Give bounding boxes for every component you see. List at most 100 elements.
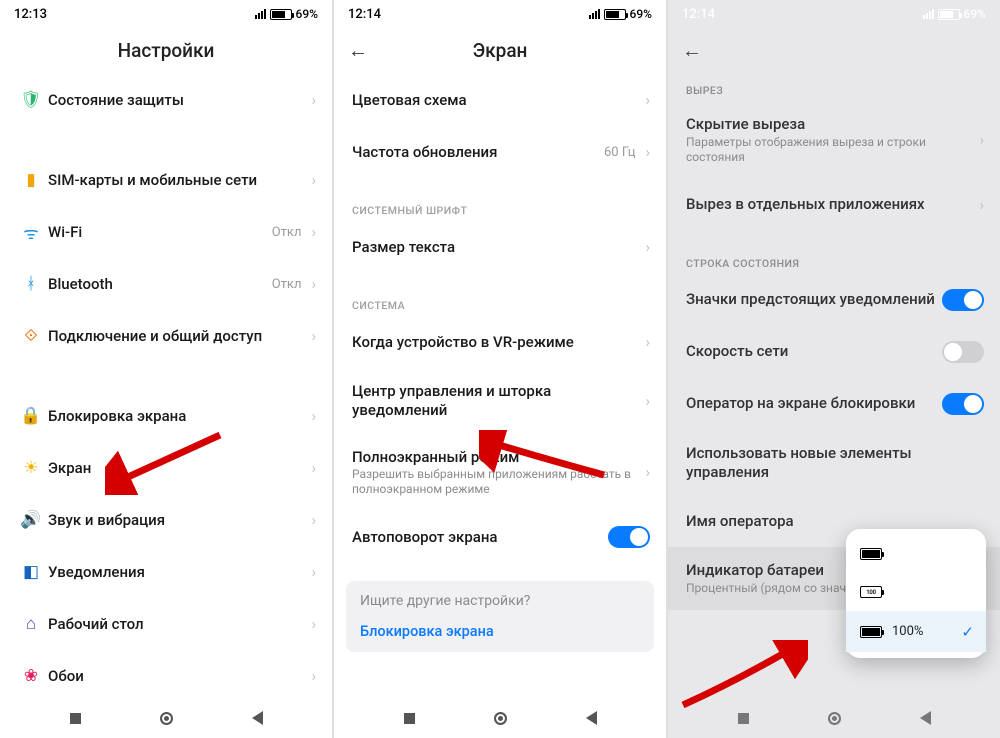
battery-option-percent[interactable]: 100% ✓ <box>846 611 986 652</box>
chevron-right-icon: › <box>645 238 650 256</box>
chevron-right-icon: › <box>311 275 316 293</box>
section-system: СИСТЕМА <box>334 273 666 316</box>
nav-bar <box>668 698 1000 738</box>
nav-recent-button[interactable] <box>404 713 415 724</box>
chevron-right-icon: › <box>311 327 316 345</box>
nav-home-button[interactable] <box>160 712 173 725</box>
chevron-right-icon: › <box>311 91 316 109</box>
autorotate-toggle[interactable] <box>608 526 650 548</box>
nav-back-button[interactable] <box>252 711 263 725</box>
row-label: Вырез в отдельных приложениях <box>686 195 975 214</box>
row-label: Уведомления <box>48 563 307 582</box>
nav-back-button[interactable] <box>586 711 597 725</box>
status-time: 12:14 <box>682 7 715 22</box>
row-sound[interactable]: 🔊 Звук и вибрация › <box>0 494 332 546</box>
battery-pct: 69% <box>964 7 986 21</box>
row-display[interactable]: ☀ Экран › <box>0 442 332 494</box>
nav-recent-button[interactable] <box>738 713 749 724</box>
status-bar: 12:14 69% <box>334 0 666 26</box>
row-color-scheme[interactable]: Цветовая схема › <box>334 74 666 126</box>
section-cutout: ВЫРЕЗ <box>668 74 1000 101</box>
chevron-right-icon: › <box>311 615 316 633</box>
row-sim[interactable]: ▮ SIM-карты и мобильные сети › <box>0 154 332 206</box>
wallpaper-icon: ❀ <box>14 666 48 686</box>
row-refresh-rate[interactable]: Частота обновления 60 Гц › <box>334 126 666 178</box>
status-time: 12:13 <box>14 7 47 22</box>
search-suggestions[interactable]: Ищите другие настройки? Блокировка экран… <box>346 581 654 652</box>
chevron-right-icon: › <box>979 131 984 149</box>
row-label: Цветовая схема <box>352 91 641 110</box>
nav-home-button[interactable] <box>494 712 507 725</box>
row-label: Полноэкранный режим <box>352 448 641 467</box>
battery-pct: 69% <box>296 7 318 21</box>
row-value: Откл <box>272 277 302 292</box>
row-bluetooth[interactable]: ᚼ Bluetooth Откл › <box>0 258 332 310</box>
header: Настройки <box>0 26 332 74</box>
row-notif-icons[interactable]: Значки предстоящих уведомлений <box>668 274 1000 326</box>
nav-bar <box>334 698 666 738</box>
chevron-right-icon: › <box>979 196 984 214</box>
section-font: СИСТЕМНЫЙ ШРИФТ <box>334 178 666 221</box>
row-vr-mode[interactable]: Когда устройство в VR-режиме › <box>334 316 666 368</box>
chevron-right-icon: › <box>645 143 650 161</box>
row-label: Экран <box>48 459 307 478</box>
status-right: 69% <box>589 7 652 21</box>
bluetooth-icon: ᚼ <box>14 274 48 294</box>
back-button[interactable]: ← <box>348 38 368 63</box>
row-label: Скрытие выреза <box>686 115 975 134</box>
signal-icon <box>589 9 600 19</box>
page-title: Экран <box>473 39 528 62</box>
row-autorotate[interactable]: Автоповорот экрана <box>334 511 666 563</box>
nav-bar <box>0 698 332 738</box>
row-label: Рабочий стол <box>48 615 307 634</box>
search-link[interactable]: Блокировка экрана <box>360 623 640 640</box>
carrier-lock-toggle[interactable] <box>942 393 984 415</box>
row-label: Bluetooth <box>48 275 272 294</box>
row-cutout-apps[interactable]: Вырез в отдельных приложениях › <box>668 179 1000 231</box>
row-label: Звук и вибрация <box>48 511 307 530</box>
row-home[interactable]: ⌂ Рабочий стол › <box>0 598 332 650</box>
chevron-right-icon: › <box>311 667 316 685</box>
signal-icon <box>923 9 934 19</box>
chevron-right-icon: › <box>311 459 316 477</box>
status-bar: 12:14 69% <box>668 0 1000 26</box>
nav-home-button[interactable] <box>828 712 841 725</box>
shield-icon: 🛡 <box>14 90 48 110</box>
notifications-icon: ◧ <box>14 562 48 582</box>
settings-list: 🛡 Состояние защиты › ▮ SIM-карты и мобил… <box>0 74 332 698</box>
battery-outline-icon: 100 <box>860 586 882 598</box>
battery-option-outline100[interactable]: 100 <box>846 573 986 611</box>
row-wallpaper[interactable]: ❀ Обои › <box>0 650 332 698</box>
row-label: Автоповорот экрана <box>352 528 608 547</box>
header: ← <box>668 26 1000 74</box>
wifi-icon: ᯤ <box>14 221 48 244</box>
status-bar-settings-screen: 12:14 69% ← ВЫРЕЗ Скрытие выреза Парамет… <box>668 0 1000 738</box>
nav-recent-button[interactable] <box>70 713 81 724</box>
row-net-speed[interactable]: Скорость сети <box>668 326 1000 378</box>
row-new-controls[interactable]: Использовать новые элементы управления <box>668 430 1000 496</box>
chevron-right-icon: › <box>311 171 316 189</box>
net-speed-toggle[interactable] <box>942 341 984 363</box>
row-hide-cutout[interactable]: Скрытие выреза Параметры отображения выр… <box>668 101 1000 179</box>
display-list: Цветовая схема › Частота обновления 60 Г… <box>334 74 666 698</box>
status-right: 69% <box>255 7 318 21</box>
row-wifi[interactable]: ᯤ Wi-Fi Откл › <box>0 206 332 258</box>
row-fullscreen[interactable]: Полноэкранный режим Разрешить выбранным … <box>334 434 666 512</box>
row-label: Подключение и общий доступ <box>48 327 307 346</box>
nav-back-button[interactable] <box>920 711 931 725</box>
row-control-center[interactable]: Центр управления и шторка уведомлений › <box>334 368 666 434</box>
battery-icon <box>938 9 960 20</box>
chevron-right-icon: › <box>311 407 316 425</box>
row-connection-share[interactable]: ⟐ Подключение и общий доступ › <box>0 310 332 362</box>
battery-option-iconfill[interactable] <box>846 535 986 573</box>
back-button[interactable]: ← <box>682 38 702 63</box>
status-time: 12:14 <box>348 7 381 22</box>
row-carrier-lock[interactable]: Оператор на экране блокировки <box>668 378 1000 430</box>
row-notifications[interactable]: ◧ Уведомления › <box>0 546 332 598</box>
row-text-size[interactable]: Размер текста › <box>334 221 666 273</box>
sim-icon: ▮ <box>14 170 48 190</box>
battery-filled-icon <box>860 548 882 560</box>
row-security[interactable]: 🛡 Состояние защиты › <box>0 74 332 126</box>
notif-icons-toggle[interactable] <box>942 289 984 311</box>
row-lock-screen[interactable]: 🔒 Блокировка экрана › <box>0 390 332 442</box>
